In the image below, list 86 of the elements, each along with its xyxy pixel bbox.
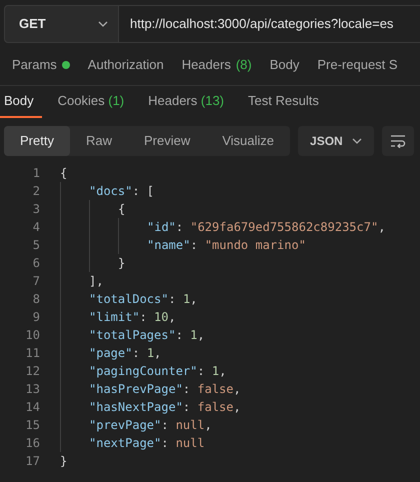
- json-punctuation: {: [118, 202, 126, 216]
- request-tab[interactable]: Authorization: [78, 55, 173, 75]
- line-number: 15: [24, 417, 40, 434]
- json-punctuation: :: [182, 382, 192, 396]
- json-punctuation: {: [60, 166, 68, 180]
- json-punctuation: }: [60, 454, 68, 468]
- wrap-icon: [390, 134, 406, 148]
- response-tab[interactable]: Cookies (1): [50, 86, 132, 118]
- json-key: "docs": [89, 184, 132, 198]
- caret-icon: [98, 21, 108, 27]
- json-key: "id": [147, 220, 176, 234]
- line-number: 9: [32, 309, 40, 326]
- view-mode-tab[interactable]: Pretty: [4, 126, 70, 156]
- line-number: 10: [24, 327, 40, 344]
- json-key: "hasPrevPage": [89, 382, 183, 396]
- response-tab[interactable]: Test Results: [240, 86, 327, 118]
- json-key: "name": [147, 238, 190, 252]
- json-number: 1: [212, 364, 220, 378]
- json-string: "629fa679ed755862c89235c7": [190, 220, 378, 234]
- wrap-lines-button[interactable]: [382, 126, 414, 156]
- json-punctuation: ,: [219, 364, 226, 378]
- json-punctuation: :: [176, 220, 184, 234]
- json-punctuation: :: [197, 364, 206, 378]
- json-punctuation: }: [118, 256, 126, 270]
- line-number: 11: [24, 345, 40, 362]
- line-number: 16: [24, 435, 40, 452]
- json-key: "pagingCounter": [89, 364, 198, 378]
- json-literal: null: [176, 418, 205, 432]
- request-tab[interactable]: Headers (8): [172, 55, 261, 75]
- json-punctuation: : [: [132, 184, 154, 198]
- json-key: "limit": [89, 310, 140, 324]
- json-punctuation: ,: [378, 220, 386, 234]
- caret-icon: [352, 138, 362, 144]
- format-dropdown[interactable]: JSON: [298, 126, 374, 156]
- line-number: 4: [32, 219, 40, 236]
- json-key: "hasNextPage": [89, 400, 183, 414]
- json-punctuation: :: [182, 400, 192, 414]
- json-punctuation: :: [132, 346, 141, 360]
- json-punctuation: ,: [204, 418, 212, 432]
- json-punctuation: :: [176, 328, 184, 342]
- request-tab[interactable]: Pre-request S: [308, 55, 398, 75]
- line-number: 13: [24, 381, 40, 398]
- response-tab[interactable]: Headers (13): [140, 86, 232, 118]
- json-punctuation: :: [168, 292, 177, 306]
- view-mode-tab[interactable]: Preview: [128, 126, 206, 156]
- json-literal: null: [176, 436, 205, 450]
- line-number: 17: [24, 453, 40, 470]
- json-punctuation: :: [140, 310, 148, 324]
- json-number: 1: [182, 292, 190, 306]
- line-number: 2: [32, 183, 40, 200]
- line-number: 1: [32, 165, 40, 182]
- json-number: 1: [190, 328, 198, 342]
- response-tab[interactable]: Body: [0, 86, 42, 118]
- json-punctuation: ,: [154, 346, 162, 360]
- json-string: "mundo marino": [204, 238, 306, 252]
- json-punctuation: ,: [234, 400, 241, 414]
- line-number: 7: [32, 273, 40, 290]
- json-punctuation: ,: [190, 292, 198, 306]
- json-key: "prevPage": [89, 418, 162, 432]
- request-tab[interactable]: Params: [0, 55, 79, 75]
- line-number: 5: [32, 237, 40, 254]
- json-punctuation: :: [190, 238, 199, 252]
- view-mode-tab[interactable]: Visualize: [206, 126, 290, 156]
- line-number: 3: [32, 201, 40, 218]
- method-dropdown[interactable]: GET: [4, 5, 119, 43]
- line-number: 8: [32, 291, 40, 308]
- json-punctuation: :: [161, 418, 170, 432]
- json-key: "nextPage": [89, 436, 162, 450]
- json-number: 10: [154, 310, 168, 324]
- json-key: "totalDocs": [89, 292, 168, 306]
- json-punctuation: ],: [89, 274, 104, 288]
- request-tab[interactable]: Body: [260, 55, 308, 75]
- view-mode-tab[interactable]: Raw: [70, 126, 128, 156]
- line-number: 6: [32, 255, 40, 272]
- line-number: 14: [24, 399, 40, 416]
- line-number: 12: [24, 363, 40, 380]
- json-punctuation: ,: [197, 328, 205, 342]
- json-number: 1: [146, 346, 154, 360]
- url-field[interactable]: http://localhost:3000/api/categories?locale=es: [119, 5, 420, 43]
- json-key: "totalPages": [89, 328, 176, 342]
- json-literal: false: [197, 382, 234, 396]
- json-punctuation: ,: [234, 382, 241, 396]
- json-literal: false: [197, 400, 234, 414]
- json-key: "page": [89, 346, 132, 360]
- json-punctuation: :: [161, 436, 170, 450]
- json-punctuation: ,: [168, 310, 176, 324]
